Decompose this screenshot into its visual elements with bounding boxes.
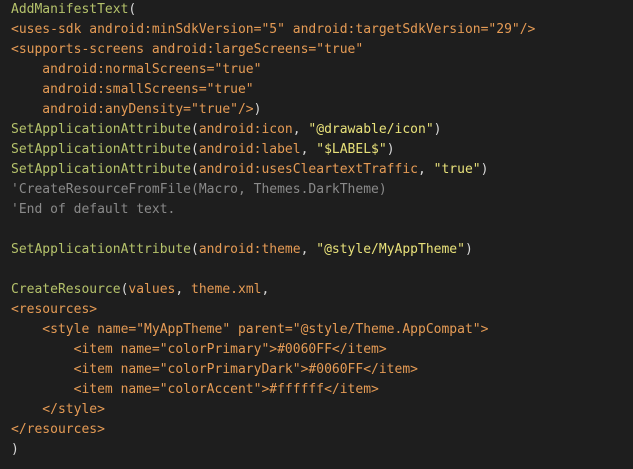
code-line[interactable]: ) [11,440,633,460]
code-token: SetApplicationAttribute [11,142,192,157]
code-line[interactable]: AddManifestText( [11,0,633,20]
code-token: android:icon [198,122,293,137]
code-token: ( [191,122,199,137]
code-token: ( [191,162,199,177]
code-token: android:label [198,142,301,157]
code-token: ) [480,162,489,177]
code-token: <item name="colorPrimary">#0060FF</item> [11,342,387,357]
code-token: 'CreateResourceFromFile(Macro, Themes.Da… [11,182,387,197]
code-token: <style name="MyAppTheme" parent="@style/… [11,322,489,337]
code-token: 'End of default text. [11,202,176,217]
code-line[interactable]: CreateResource(values, theme.xml, [11,280,633,300]
code-line[interactable]: <item name="colorPrimaryDark">#0060FF</i… [11,360,633,380]
code-token: <item name="colorPrimaryDark">#0060FF</i… [11,362,418,377]
code-line[interactable]: <uses-sdk android:minSdkVersion="5" andr… [11,20,633,40]
code-token: "true" [433,162,481,177]
code-token: android:theme [198,242,301,257]
code-token: ( [128,2,137,17]
code-token: ) [464,242,473,257]
code-line[interactable]: <style name="MyAppTheme" parent="@style/… [11,320,633,340]
code-token: SetApplicationAttribute [11,122,192,137]
code-token: AddManifestText [11,2,129,17]
code-token: "@style/MyAppTheme" [316,242,465,257]
code-token: <resources> [11,302,98,317]
code-token: android:usesCleartextTraffic [198,162,418,177]
code-token: ) [433,122,442,137]
code-token: , [418,162,434,177]
code-token: , [175,282,192,297]
code-token: "@drawable/icon" [308,122,434,137]
code-line[interactable] [11,220,633,240]
code-token: , [292,122,309,137]
code-token: android:smallScreens="true" [11,82,254,97]
code-line[interactable]: SetApplicationAttribute(android:theme, "… [11,240,633,260]
code-token: android:anyDensity="true"/> [11,102,254,117]
code-token: </resources> [11,422,105,437]
code-token: ) [386,142,395,157]
code-token: , [300,142,317,157]
code-line[interactable]: <item name="colorAccent">#ffffff</item> [11,380,633,400]
code-token: values [128,282,176,297]
code-editor[interactable]: AddManifestText(<uses-sdk android:minSdk… [0,0,633,469]
code-line[interactable]: <resources> [11,300,633,320]
code-line[interactable]: <supports-screens android:largeScreens="… [11,40,633,60]
code-token: CreateResource [11,282,121,297]
code-line[interactable]: 'End of default text. [11,200,633,220]
code-token: <item name="colorAccent">#ffffff</item> [11,382,379,397]
code-line[interactable]: android:smallScreens="true" [11,80,633,100]
code-line[interactable]: 'CreateResourceFromFile(Macro, Themes.Da… [11,180,633,200]
code-line[interactable] [11,260,633,280]
code-lines[interactable]: AddManifestText(<uses-sdk android:minSdk… [11,0,633,460]
code-line[interactable]: </resources> [11,420,633,440]
code-line[interactable]: SetApplicationAttribute(android:label, "… [11,140,633,160]
code-token: android:normalScreens="true" [11,62,262,77]
code-token: "$LABEL$" [316,142,387,157]
code-line[interactable]: SetApplicationAttribute(android:usesClea… [11,160,633,180]
code-token: <uses-sdk android:minSdkVersion="5" andr… [11,22,536,37]
code-token: SetApplicationAttribute [11,242,192,257]
code-line[interactable]: </style> [11,400,633,420]
code-token: SetApplicationAttribute [11,162,192,177]
code-token: </style> [11,402,105,417]
code-line[interactable]: <item name="colorPrimary">#0060FF</item> [11,340,633,360]
code-token: ( [191,242,199,257]
code-token: ) [253,102,262,117]
code-token: ) [11,442,19,457]
code-token: , [261,282,270,297]
code-token: <supports-screens android:largeScreens="… [11,42,364,57]
code-line[interactable]: android:normalScreens="true" [11,60,633,80]
code-line[interactable]: android:anyDensity="true"/>) [11,100,633,120]
code-line[interactable]: SetApplicationAttribute(android:icon, "@… [11,120,633,140]
code-token: ( [191,142,199,157]
code-token: theme.xml [191,282,262,297]
code-token: , [300,242,317,257]
